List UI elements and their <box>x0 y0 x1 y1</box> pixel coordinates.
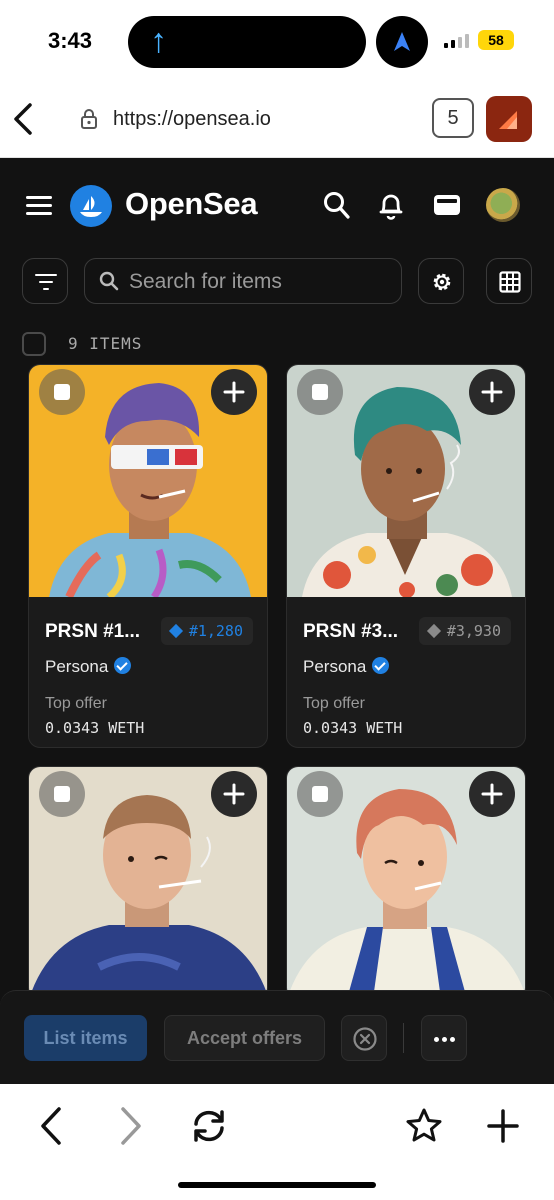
card-details: PRSN #1... #1,280 Persona Top offer 0.03… <box>29 597 267 747</box>
divider <box>403 1023 404 1053</box>
grid-icon <box>499 271 521 293</box>
location-arrow-icon <box>394 32 410 51</box>
settings-button[interactable] <box>418 258 464 304</box>
brave-logo-icon <box>499 111 517 129</box>
app-header: OpenSea <box>0 158 554 254</box>
search-placeholder: Search for items <box>129 270 282 293</box>
url-text[interactable]: https://opensea.io <box>113 108 271 131</box>
add-to-cart-button[interactable] <box>211 369 257 415</box>
browser-url-bar: https://opensea.io 5 <box>0 80 554 158</box>
plus-icon <box>481 381 503 403</box>
top-offer-label: Top offer <box>45 695 107 712</box>
gear-icon <box>433 273 451 291</box>
diamond-icon <box>168 623 183 639</box>
grid-view-button[interactable] <box>486 258 532 304</box>
items-header: 9 ITEMS <box>0 328 554 364</box>
collection-name[interactable]: Persona <box>303 657 390 677</box>
items-count: 9 ITEMS <box>68 334 143 353</box>
clear-selection-button[interactable] <box>341 1015 387 1061</box>
reload-icon[interactable] <box>188 1108 230 1144</box>
search-field-icon <box>99 271 119 291</box>
tab-count-button[interactable]: 5 <box>432 98 474 138</box>
search-input[interactable]: Search for items <box>84 258 402 304</box>
opensea-app: OpenSea Search for items 9 ITEMS PRSN #1… <box>0 158 554 1084</box>
menu-icon[interactable] <box>26 196 52 216</box>
brave-shield-button[interactable] <box>486 96 532 142</box>
nft-name[interactable]: PRSN #3... <box>303 621 398 643</box>
status-bar: 3:43 ↑ 58 <box>0 0 554 80</box>
add-to-cart-button[interactable] <box>469 369 515 415</box>
close-circle-icon <box>353 1027 377 1051</box>
add-to-cart-button[interactable] <box>211 771 257 817</box>
top-offer-value: 0.0343 WETH <box>45 719 145 737</box>
upload-arrow-icon: ↑ <box>150 22 167 60</box>
nft-name[interactable]: PRSN #1... <box>45 621 140 643</box>
top-offer-label: Top offer <box>303 695 365 712</box>
add-to-cart-button[interactable] <box>469 771 515 817</box>
card-details: PRSN #3... #3,930 Persona Top offer 0.03… <box>287 597 525 747</box>
battery-icon: 58 <box>478 30 514 50</box>
nft-image[interactable] <box>29 767 267 999</box>
nft-card[interactable] <box>286 766 526 1000</box>
diamond-icon <box>426 623 441 639</box>
nft-image[interactable] <box>29 365 267 597</box>
bulk-action-bar: List items Accept offers <box>0 990 554 1084</box>
plus-icon <box>223 783 245 805</box>
more-options-button[interactable] <box>421 1015 467 1061</box>
back-chevron-icon[interactable] <box>12 102 34 136</box>
list-items-button[interactable]: List items <box>24 1015 147 1061</box>
rarity-rank-badge: #3,930 <box>418 617 511 645</box>
nft-card[interactable]: PRSN #3... #3,930 Persona Top offer 0.03… <box>286 364 526 748</box>
rarity-rank-badge: #1,280 <box>160 617 253 645</box>
top-offer-value: 0.0343 WETH <box>303 719 403 737</box>
profile-avatar[interactable] <box>486 188 520 222</box>
location-indicator <box>376 16 428 68</box>
back-arrow-icon[interactable] <box>38 1106 64 1146</box>
wallet-icon[interactable] <box>432 190 462 220</box>
nft-image[interactable] <box>287 767 525 999</box>
select-item-checkbox[interactable] <box>39 771 85 817</box>
accept-offers-button[interactable]: Accept offers <box>164 1015 325 1061</box>
bell-icon[interactable] <box>377 190 405 220</box>
bookmark-star-icon[interactable] <box>404 1106 444 1146</box>
plus-icon <box>481 783 503 805</box>
verified-badge-icon <box>372 657 390 674</box>
dynamic-island: ↑ <box>128 16 366 68</box>
select-item-checkbox[interactable] <box>297 369 343 415</box>
verified-badge-icon <box>114 657 132 674</box>
forward-arrow-icon[interactable] <box>118 1106 144 1146</box>
select-item-checkbox[interactable] <box>297 771 343 817</box>
home-indicator <box>178 1182 376 1188</box>
lock-icon <box>81 109 97 129</box>
nft-card[interactable] <box>28 766 268 1000</box>
search-icon[interactable] <box>323 190 351 220</box>
signal-icon <box>444 32 470 48</box>
filter-button[interactable] <box>22 258 68 304</box>
collection-name[interactable]: Persona <box>45 657 132 677</box>
brand-name[interactable]: OpenSea <box>125 186 258 222</box>
opensea-logo-icon[interactable] <box>70 185 112 227</box>
nft-card[interactable]: PRSN #1... #1,280 Persona Top offer 0.03… <box>28 364 268 748</box>
select-item-checkbox[interactable] <box>39 369 85 415</box>
status-time: 3:43 <box>48 28 93 53</box>
select-all-checkbox[interactable] <box>22 332 46 356</box>
nft-image[interactable] <box>287 365 525 597</box>
new-tab-plus-icon[interactable] <box>486 1106 520 1146</box>
plus-icon <box>223 381 245 403</box>
